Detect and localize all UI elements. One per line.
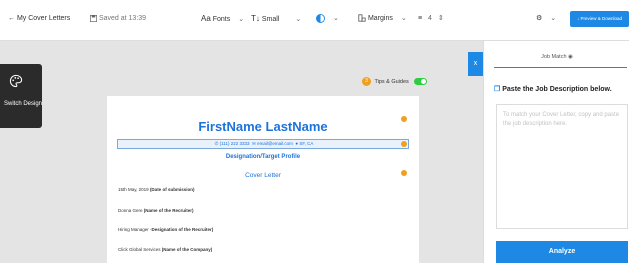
date-line[interactable]: 15th May, 2019 (Date of submission) bbox=[118, 187, 194, 192]
fonts-label: Fonts bbox=[212, 16, 231, 23]
chevron-down-icon: ⌄ bbox=[400, 15, 407, 22]
palette-icon bbox=[9, 74, 23, 88]
settings-dropdown[interactable]: ⚙ ⌄ bbox=[536, 12, 556, 26]
target-profile[interactable]: Designation/Target Profile bbox=[107, 154, 419, 160]
location-text: SF, CA bbox=[299, 141, 314, 146]
chevron-down-icon: ⌄ bbox=[238, 16, 245, 23]
clipboard-icon: ❐ bbox=[494, 86, 501, 93]
job-match-panel: Job Match ◉ ❐ Paste the Job Description … bbox=[483, 41, 629, 263]
switch-design-button[interactable]: Switch Design bbox=[0, 64, 42, 128]
tips-guides-toggle[interactable]: 3 Tips & Guides bbox=[362, 77, 428, 86]
back-to-cover-letters-link[interactable]: ← My Cover Letters bbox=[8, 12, 70, 26]
job-description-input[interactable] bbox=[496, 104, 628, 229]
stepper-arrows-icon[interactable]: ⇕ bbox=[438, 15, 444, 22]
line-spacing-control[interactable]: ≡ 4 ⇕ bbox=[418, 12, 444, 26]
recruiter-designation-line[interactable]: Hiring Manager -Designation of the Recru… bbox=[118, 227, 213, 232]
close-icon: x bbox=[473, 60, 478, 67]
tips-toggle-switch[interactable] bbox=[414, 78, 428, 85]
margins-dropdown[interactable]: Margins ⌄ bbox=[358, 12, 407, 26]
gear-icon: ⚙ bbox=[536, 15, 543, 22]
recruiter-name-line[interactable]: Donna Gere (Name of the Recruiter) bbox=[118, 208, 194, 213]
size-label: Small bbox=[261, 16, 280, 23]
tab-underline bbox=[494, 67, 627, 68]
color-dropdown[interactable]: ⌄ bbox=[316, 12, 339, 26]
line-spacing-icon: ≡ bbox=[418, 15, 423, 22]
back-label: My Cover Letters bbox=[16, 15, 71, 22]
arrow-left-icon: ← bbox=[8, 15, 15, 22]
chevron-down-icon: ⌄ bbox=[295, 16, 302, 23]
tip-marker-icon[interactable] bbox=[401, 141, 407, 147]
contact-line: ✆ (111) 222 3333 ✉ email@email.com ● SF,… bbox=[118, 140, 410, 148]
fonts-dropdown[interactable]: Aa Fonts ⌄ bbox=[201, 12, 244, 27]
email-icon: ✉ bbox=[252, 141, 256, 146]
color-contrast-icon bbox=[316, 13, 325, 23]
job-match-label: Job Match bbox=[541, 54, 567, 60]
close-panel-button[interactable]: x bbox=[468, 52, 483, 76]
chevron-down-icon: ⌄ bbox=[550, 15, 557, 22]
phone-icon: ✆ bbox=[214, 141, 219, 146]
contact-info-bar[interactable]: ✆ (111) 222 3333 ✉ email@email.com ● SF,… bbox=[117, 139, 409, 149]
download-icon: ↓ bbox=[576, 16, 580, 21]
paste-heading: ❐ Paste the Job Description below. bbox=[494, 85, 612, 93]
switch-design-label: Switch Design bbox=[4, 101, 43, 107]
margins-icon bbox=[358, 14, 366, 22]
cover-letter-page: FirstName LastName ✆ (111) 222 3333 ✉ em… bbox=[107, 96, 419, 263]
save-icon bbox=[90, 14, 97, 22]
saved-status: Saved at 13:39 bbox=[90, 12, 146, 26]
info-icon: ◉ bbox=[568, 54, 573, 60]
preview-download-button[interactable]: ↓ Preview & Download bbox=[570, 11, 629, 27]
company-name-line[interactable]: Click Global Services (Name of the Compa… bbox=[118, 247, 212, 252]
cover-letter-heading[interactable]: Cover Letter bbox=[107, 172, 419, 179]
spacing-value: 4 bbox=[428, 15, 432, 22]
margins-label: Margins bbox=[367, 15, 393, 22]
download-label: Preview & Download bbox=[580, 16, 623, 21]
chevron-down-icon: ⌄ bbox=[332, 15, 339, 22]
font-size-dropdown[interactable]: T↓ Small ⌄ bbox=[251, 12, 301, 27]
phone-text: (111) 222 3333 bbox=[219, 141, 250, 146]
email-text: email@email.com bbox=[257, 141, 293, 146]
text-size-icon: T↓ bbox=[251, 14, 260, 23]
analyze-button[interactable]: Analyze bbox=[496, 241, 628, 263]
font-icon: Aa bbox=[201, 14, 211, 23]
tips-label: Tips & Guides bbox=[374, 78, 409, 85]
saved-label: Saved at 13:39 bbox=[98, 15, 147, 22]
location-pin-icon: ● bbox=[295, 141, 299, 146]
paste-heading-text: Paste the Job Description below. bbox=[502, 86, 612, 93]
tips-count-badge: 3 bbox=[362, 77, 371, 86]
top-toolbar: ← My Cover Letters Saved at 13:39 Aa Fon… bbox=[0, 0, 629, 41]
applicant-name[interactable]: FirstName LastName bbox=[107, 119, 419, 134]
tab-job-match[interactable]: Job Match ◉ bbox=[484, 54, 629, 60]
